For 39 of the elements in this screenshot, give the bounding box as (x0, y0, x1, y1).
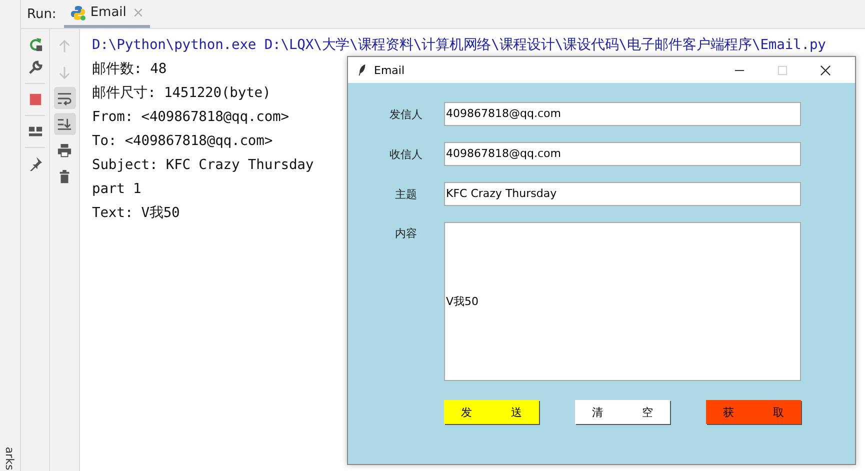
action-button[interactable]: 清 空 (575, 400, 670, 424)
close-icon[interactable] (820, 64, 831, 76)
up-arrow-icon (57, 38, 72, 54)
wrench-icon[interactable] (28, 60, 42, 75)
run-label: Run: (26, 6, 58, 22)
scroll-to-end-button[interactable] (54, 113, 76, 135)
console-output-line: part 1 (92, 180, 142, 199)
field-label: 主题 (394, 186, 418, 202)
python-icon (70, 4, 86, 20)
stop-icon[interactable] (28, 92, 42, 107)
field-label: 发信人 (388, 106, 424, 122)
trash-icon (57, 168, 72, 184)
feather-icon (358, 64, 366, 76)
console-output-line: Text: V我50 (92, 204, 180, 223)
scroll-end-icon (57, 116, 72, 132)
soft-wrap-button[interactable] (54, 87, 76, 109)
input-field[interactable]: KFC Crazy Thursday (444, 182, 801, 206)
window-title: Email (374, 64, 405, 76)
printer-icon (57, 142, 72, 158)
run-tab[interactable]: Email × (64, 0, 150, 28)
console-output-line: From: <409867818@qq.com> (92, 108, 289, 127)
input-field[interactable]: 409867818@qq.com (444, 142, 801, 166)
console-output-line: 邮件尺寸: 1451220(byte) (92, 84, 271, 103)
action-button[interactable]: 获 取 (706, 400, 801, 424)
command-line: D:\Python\python.exe D:\LQX\大学\课程资料\计算机网络\课程设计\课设代码\电子邮件客户端程序\Email.py (92, 36, 826, 55)
action-button[interactable]: 发 送 (444, 400, 539, 424)
console-output-line: To: <409867818@qq.com> (92, 132, 273, 151)
field-label: 收信人 (388, 146, 424, 162)
wrap-icon (57, 90, 72, 106)
rerun-icon[interactable] (28, 37, 42, 52)
field-label: 内容 (394, 226, 418, 241)
input-field[interactable]: 409867818@qq.com (444, 102, 801, 126)
console-output-line: 邮件数: 48 (92, 60, 167, 79)
pin-icon[interactable] (28, 156, 42, 171)
layout-icon[interactable] (28, 124, 42, 139)
console-output-line: Subject: KFC Crazy Thursday (92, 156, 314, 175)
down-arrow-icon (57, 64, 72, 80)
content-field[interactable]: V我50 (444, 222, 801, 381)
panel-label[interactable]: arks (4, 446, 16, 470)
